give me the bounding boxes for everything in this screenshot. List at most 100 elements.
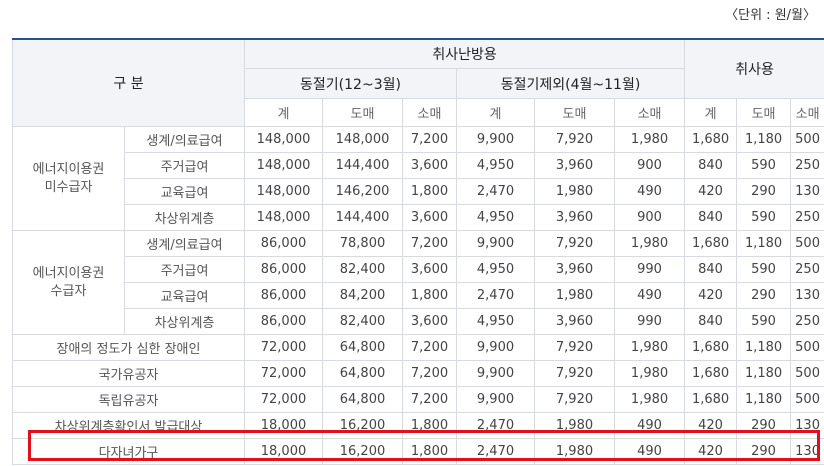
value-cell: 146,200 <box>322 178 403 205</box>
value-cell: 7,920 <box>534 386 615 413</box>
table-row: 독립유공자 72,000 64,800 7,200 9,900 7,920 1,980 1,6… <box>12 386 824 413</box>
value-cell: 72,000 <box>244 334 323 361</box>
value-cell: 82,400 <box>322 308 403 335</box>
value-cell: 900 <box>613 152 686 179</box>
value-cell: 9,900 <box>456 360 535 387</box>
value-cell: 3,960 <box>534 256 615 283</box>
value-cell: 130 <box>790 178 824 205</box>
value-cell: 1,800 <box>402 412 457 439</box>
value-cell: 290 <box>736 178 792 205</box>
value-cell: 1,980 <box>534 412 615 439</box>
value-cell: 4,950 <box>456 256 535 283</box>
col-header-total: 계 <box>244 98 323 127</box>
value-cell: 1,680 <box>684 230 738 257</box>
value-cell: 7,920 <box>534 230 615 257</box>
table-row: 차상위계층확인서 발급대상 18,000 16,200 1,800 2,470 1,980… <box>12 412 824 439</box>
value-cell: 3,600 <box>402 152 457 179</box>
value-cell: 86,000 <box>244 256 323 283</box>
value-cell: 1,980 <box>534 282 615 309</box>
row-label: 차상위계층 <box>124 308 245 335</box>
group-label-line: 에너지이용권 <box>32 161 105 177</box>
value-cell: 3,960 <box>534 204 615 231</box>
value-cell: 2,470 <box>456 178 535 205</box>
value-cell: 1,680 <box>684 386 738 413</box>
value-cell: 490 <box>613 438 686 465</box>
value-cell: 18,000 <box>244 438 323 465</box>
value-cell: 500 <box>790 334 824 361</box>
value-cell: 64,800 <box>322 386 403 413</box>
value-cell: 840 <box>684 152 738 179</box>
table-row: 장애의 정도가 심한 장애인 72,000 64,800 7,200 9,900 7,92… <box>12 334 824 361</box>
value-cell: 3,600 <box>402 308 457 335</box>
value-cell: 16,200 <box>322 412 403 439</box>
row-label: 생계/의료급여 <box>124 230 245 257</box>
value-cell: 900 <box>613 204 686 231</box>
value-cell: 1,180 <box>736 230 792 257</box>
value-cell: 2,470 <box>456 282 535 309</box>
value-cell: 500 <box>790 230 824 257</box>
value-cell: 1,180 <box>736 386 792 413</box>
value-cell: 7,200 <box>402 386 457 413</box>
value-cell: 1,680 <box>684 334 738 361</box>
value-cell: 1,180 <box>736 126 792 153</box>
group-label-line: 미수급자 <box>44 179 93 195</box>
value-cell: 500 <box>790 126 824 153</box>
value-cell: 144,400 <box>322 152 403 179</box>
value-cell: 1,980 <box>613 360 686 387</box>
value-cell: 130 <box>790 438 824 465</box>
value-cell: 4,950 <box>456 204 535 231</box>
value-cell: 1,980 <box>613 230 686 257</box>
value-cell: 3,960 <box>534 308 615 335</box>
table-row: 에너지이용권 수급자 생계/의료급여 86,000 78,800 7,200 9,900 7,… <box>12 230 824 335</box>
value-cell: 290 <box>736 438 792 465</box>
value-cell: 9,900 <box>456 386 535 413</box>
value-cell: 490 <box>613 282 686 309</box>
row-label: 장애의 정도가 심한 장애인 <box>12 334 245 361</box>
table-row: 교육급여 148,000 146,200 1,800 2,470 1,980 490 420 2… <box>13 178 824 205</box>
value-cell: 3,600 <box>402 256 457 283</box>
row-label: 생계/의료급여 <box>124 126 245 153</box>
value-cell: 82,400 <box>322 256 403 283</box>
value-cell: 250 <box>790 152 824 179</box>
value-cell: 84,200 <box>322 282 403 309</box>
col-header-retail: 소매 <box>790 98 824 127</box>
col-header-retail: 소매 <box>613 98 686 127</box>
value-cell: 1,180 <box>736 334 792 361</box>
table-row: 국가유공자 72,000 64,800 7,200 9,900 7,920 1,980 1,6… <box>12 360 824 387</box>
value-cell: 130 <box>790 282 824 309</box>
value-cell: 4,950 <box>456 152 535 179</box>
value-cell: 9,900 <box>456 126 535 153</box>
value-cell: 78,800 <box>322 230 403 257</box>
group-label-line: 에너지이용권 <box>32 265 105 281</box>
value-cell: 420 <box>684 178 738 205</box>
value-cell: 290 <box>736 282 792 309</box>
value-cell: 144,400 <box>322 204 403 231</box>
value-cell: 148,000 <box>322 126 403 153</box>
value-cell: 1,800 <box>402 178 457 205</box>
group-label: 에너지이용권수급자 <box>12 230 125 335</box>
header-cooking: 취사용 <box>684 38 824 99</box>
value-cell: 840 <box>684 204 738 231</box>
value-cell: 3,600 <box>402 204 457 231</box>
value-cell: 130 <box>790 412 824 439</box>
col-header-wholesale: 도매 <box>534 98 615 127</box>
rate-table: 구 분 취사난방용 취사용 동절기(12~3월) 동절기제외(4월~11월) 계… <box>12 38 824 465</box>
value-cell: 590 <box>736 308 792 335</box>
value-cell: 1,980 <box>613 386 686 413</box>
row-label: 교육급여 <box>124 178 245 205</box>
value-cell: 250 <box>790 204 824 231</box>
value-cell: 840 <box>684 308 738 335</box>
value-cell: 3,960 <box>534 152 615 179</box>
row-label: 독립유공자 <box>12 386 245 413</box>
value-cell: 1,980 <box>613 334 686 361</box>
value-cell: 9,900 <box>456 334 535 361</box>
value-cell: 590 <box>736 204 792 231</box>
col-header-wholesale: 도매 <box>736 98 792 127</box>
table-row: 주거급여 148,000 144,400 3,600 4,950 3,960 900 840 5… <box>13 152 824 179</box>
group-label-line: 수급자 <box>50 283 87 299</box>
value-cell: 290 <box>736 412 792 439</box>
row-label: 차상위계층확인서 발급대상 <box>12 412 245 439</box>
value-cell: 72,000 <box>244 386 323 413</box>
row-label: 교육급여 <box>124 282 245 309</box>
value-cell: 420 <box>684 412 738 439</box>
